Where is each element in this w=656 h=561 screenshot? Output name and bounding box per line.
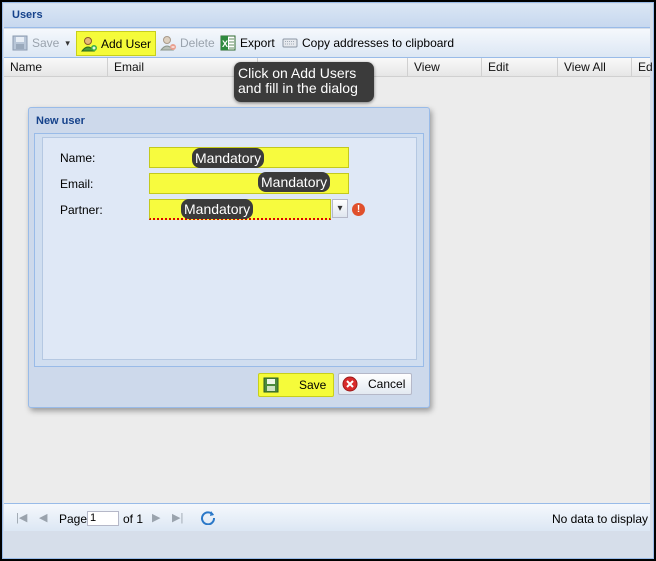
toolbar: Save ▾ Add User Delete X Export Copy add… [4,29,650,58]
chevron-down-icon: ▾ [337,203,343,214]
pager-status: No data to display [551,512,648,526]
excel-icon: X [220,35,236,51]
page-label: Page [59,512,88,526]
partner-label: Partner: [60,203,103,217]
save-toolbar-button[interactable]: Save ▾ [8,32,74,54]
cancel-button[interactable]: Cancel [338,373,412,395]
delete-label: Delete [180,36,215,50]
name-mandatory-hint: Mandatory [192,148,265,168]
add-user-label: Add User [101,36,152,51]
column-header-view[interactable]: View [408,58,482,77]
partner-dropdown-trigger[interactable]: ▾ [332,199,348,218]
callout-line-2: and fill in the dialog [238,80,358,96]
save-button[interactable]: Save [258,373,334,397]
column-header-name[interactable]: Name [4,58,108,77]
next-page-icon[interactable]: ▶ [152,511,160,524]
partner-mandatory-hint: Mandatory [181,199,254,219]
prev-page-icon[interactable]: ◀ [39,511,47,524]
page-count: of 1 [123,512,144,526]
dialog-body: Name: Mandatory Email: Mandatory Partner… [34,133,424,367]
dialog-title: New user [36,115,85,127]
cancel-icon [342,376,358,392]
export-label: Export [240,36,275,50]
error-icon: ! [352,203,365,216]
chevron-down-icon[interactable]: ▾ [65,38,70,49]
add-user-icon [80,36,97,52]
keyboard-icon [282,35,298,51]
save-button-label: Save [299,378,327,392]
column-header-view-all[interactable]: View All [558,58,632,77]
bottom-strip [4,531,650,557]
instruction-callout: Click on Add Users and fill in the dialo… [234,62,374,102]
last-page-icon[interactable]: ▶| [172,511,183,524]
paging-toolbar: |◀ ◀ Page 1 of 1 ▶ ▶| No data to display [4,503,650,531]
new-user-dialog: New user Name: Mandatory Email: Mandator… [28,107,430,408]
column-header-edit-all[interactable]: Ed [632,58,653,77]
delete-user-icon [159,35,176,51]
copy-addresses-label: Copy addresses to clipboard [302,36,455,50]
floppy-disk-icon [12,35,28,51]
form-fieldset: Name: Mandatory Email: Mandatory Partner… [42,137,417,360]
panel-header: Users [4,4,650,28]
refresh-icon[interactable] [200,509,216,528]
callout-line-1: Click on Add Users [238,65,357,81]
delete-button[interactable]: Delete [156,32,219,54]
svg-text:X: X [222,39,228,49]
column-header-edit[interactable]: Edit [482,58,558,77]
page-number-input[interactable]: 1 [87,511,119,526]
cancel-button-label: Cancel [368,377,406,391]
panel-title: Users [12,9,43,21]
first-page-icon[interactable]: |◀ [16,511,27,524]
name-label: Name: [60,151,96,165]
email-label: Email: [60,177,94,191]
email-mandatory-hint: Mandatory [258,172,331,192]
save-toolbar-label: Save [32,36,60,50]
add-user-button[interactable]: Add User [76,31,157,56]
floppy-disk-icon [263,377,279,393]
copy-addresses-button[interactable]: Copy addresses to clipboard [278,32,458,54]
export-button[interactable]: X Export [216,32,279,54]
dialog-header[interactable]: New user [29,108,429,132]
